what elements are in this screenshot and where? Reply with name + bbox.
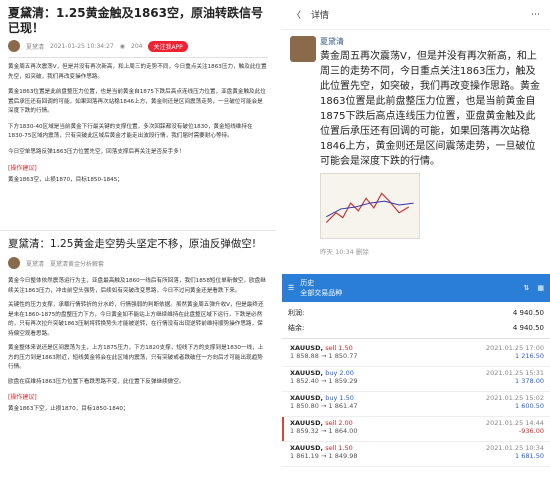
trade-row[interactable]: XAUUSD, sell 1.50 2021.01.25 10:34 1 861.1… — [282, 442, 550, 467]
trade-time: 2021.01.25 10:34 — [485, 444, 544, 452]
article-title: 夏黛清：1.25黄金走空势头坚定不移，原油反弹做空! — [8, 238, 257, 250]
trade-side: buy 2.00 — [325, 369, 354, 377]
paragraph-2: 黄金1863位置是此前盘整压力位置，也是当前黄金自1875下跌后高点连线压力位置… — [8, 89, 266, 114]
trade-row[interactable]: XAUUSD, buy 1.50 2021.01.25 15:02 1 850.80… — [282, 392, 550, 417]
detail-panel: 〈 详情 ⋯ 夏黛清 黄金周五再次震荡V，但是并没有再次新高，和上周三的走势不同… — [282, 0, 550, 272]
author-name: 夏黛清 — [26, 260, 45, 268]
trade-time: 2021.01.25 15:02 — [485, 394, 544, 402]
trade-side: sell 1.50 — [325, 344, 353, 352]
chart-thumbnail[interactable] — [320, 173, 420, 239]
trade-symbol: XAUUSD, — [290, 394, 326, 402]
trade-prices: 1 859.32 → 1 864.00 — [290, 427, 358, 435]
trade-pnl: 1 681.50 — [515, 452, 544, 460]
trade-pnl: 1 600.50 — [515, 402, 544, 410]
trade-time: 2021.01.25 14:44 — [485, 419, 544, 427]
trade-list: XAUUSD, sell 1.50 2021.01.25 17:00 1 858.8… — [282, 342, 550, 467]
operation-label: [操作建议] — [8, 394, 37, 401]
trade-prices: 1 861.19 → 1 849.98 — [290, 452, 358, 460]
trade-symbol: XAUUSD, — [290, 419, 326, 427]
column-name: 夏黛清黄金分析解套 — [50, 260, 105, 268]
back-icon[interactable]: 〈 — [292, 8, 301, 21]
loss-indicator — [282, 417, 284, 441]
profit-label: 利润: — [288, 308, 305, 317]
trade-pnl: 1 216.50 — [515, 352, 544, 360]
paragraph-4: 今日空单思路反弹1863压力位置先空，回落支撑后再关注是否反手多！ — [8, 148, 185, 155]
calendar-icon[interactable]: ▦ — [537, 284, 544, 292]
profit-value: 4 940.50 — [512, 308, 544, 317]
operation-text: 黄金1863空，止损1870，目标1850-1845； — [8, 177, 123, 183]
paragraph-4: 欧盘在底维持1863压力位置下看跌思路不变，此位置下反弹继续做空。 — [8, 378, 185, 385]
post-date: 2021-01-25 10:34:27 — [50, 42, 114, 50]
history-title: 历史 — [300, 279, 315, 287]
trade-time: 2021.01.25 17:00 — [485, 344, 544, 352]
article-panel-bottom: 夏黛清：1.25黄金走空势头坚定不移，原油反弹做空! 夏黛清 夏黛清黄金分析解套… — [0, 230, 276, 494]
eye-icon: ◉ — [119, 42, 125, 50]
trade-pnl: -936.00 — [518, 427, 544, 435]
trade-symbol: XAUUSD, — [290, 444, 326, 452]
avatar — [8, 40, 20, 52]
avatar — [8, 257, 20, 269]
trade-prices: 1 852.40 → 1 859.29 — [290, 377, 358, 385]
balance-label: 结余: — [288, 323, 305, 332]
trade-prices: 1 858.88 → 1 850.77 — [290, 352, 358, 360]
paragraph-2: 关键性的压力支撑，承载行情转折的分水岭，行情强弱的判断依据。虽然黄金周五弹升收V… — [8, 302, 264, 337]
history-filter[interactable]: 全部交易品种 — [300, 288, 342, 298]
trade-side: buy 1.50 — [325, 394, 354, 402]
paragraph-1: 黄金今日整体依然震荡运行为主，亚盘最高触及1860一线后有所回落，我们1858短… — [8, 278, 266, 294]
history-topbar: ☰ 历史 全部交易品种 ⇅ ▦ — [282, 274, 550, 302]
follow-button[interactable]: 关注我APP — [148, 40, 188, 52]
avatar — [290, 36, 316, 62]
trade-row[interactable]: XAUUSD, buy 2.00 2021.01.25 15:31 1 852.40… — [282, 367, 550, 392]
page-title: 详情 — [311, 11, 330, 21]
paragraph-3: 黄金整体来说还是区间震荡为主，上方1875压力，下方1820支撑，短线下方的支撑… — [8, 345, 264, 370]
view-count: 204 — [131, 42, 143, 50]
trade-row[interactable]: XAUUSD, sell 1.50 2021.01.25 17:00 1 858.8… — [282, 342, 550, 367]
trade-symbol: XAUUSD, — [290, 344, 326, 352]
trade-row[interactable]: XAUUSD, sell 2.00 2021.01.25 14:44 1 859.3… — [282, 417, 550, 442]
balance-value: 4 940.50 — [512, 323, 544, 332]
trade-time: 2021.01.25 15:31 — [485, 369, 544, 377]
sort-icon[interactable]: ⇅ — [524, 284, 530, 292]
article-title: 夏黛清：1.25黄金触及1863空，原油转跌信号已现！ — [8, 6, 264, 35]
author-name: 夏黛清 — [26, 43, 45, 51]
post-footer: 昨天 10:34 删除 — [320, 248, 369, 256]
trade-history-panel: ☰ 历史 全部交易品种 ⇅ ▦ 利润: 4 940.50 结余: 4 940.5… — [282, 274, 550, 494]
operation-label: [操作建议] — [8, 165, 37, 172]
detail-header: 〈 详情 ⋯ — [282, 0, 550, 30]
trade-prices: 1 850.80 → 1 861.47 — [290, 402, 358, 410]
more-icon[interactable]: ⋯ — [531, 10, 540, 20]
article-panel-top: 夏黛清：1.25黄金触及1863空，原油转跌信号已现！ 夏黛清 2021-01-… — [0, 0, 276, 228]
trade-side: sell 2.00 — [325, 419, 353, 427]
trade-pnl: 1 378.00 — [515, 377, 544, 385]
trade-side: sell 1.50 — [325, 444, 353, 452]
paragraph-3: 下方1830-40区域是当前黄金下行最关键的支撑位置，多次回踩都没有破位1830… — [8, 123, 253, 140]
paragraph-1: 黄金周五再次震荡V，但是并没有再次新高，和上周三的走势不同，今日重点关注1863… — [8, 64, 267, 80]
operation-text: 黄金1863下空，止损1870，目标1850-1840； — [8, 406, 129, 412]
post-content: 黄金周五再次震荡V，但是并没有再次新高，和上周三的走势不同，今日重点关注1863… — [320, 51, 540, 167]
menu-icon[interactable]: ☰ — [288, 284, 294, 292]
author-name: 夏黛清 — [320, 37, 344, 46]
trade-symbol: XAUUSD, — [290, 369, 326, 377]
